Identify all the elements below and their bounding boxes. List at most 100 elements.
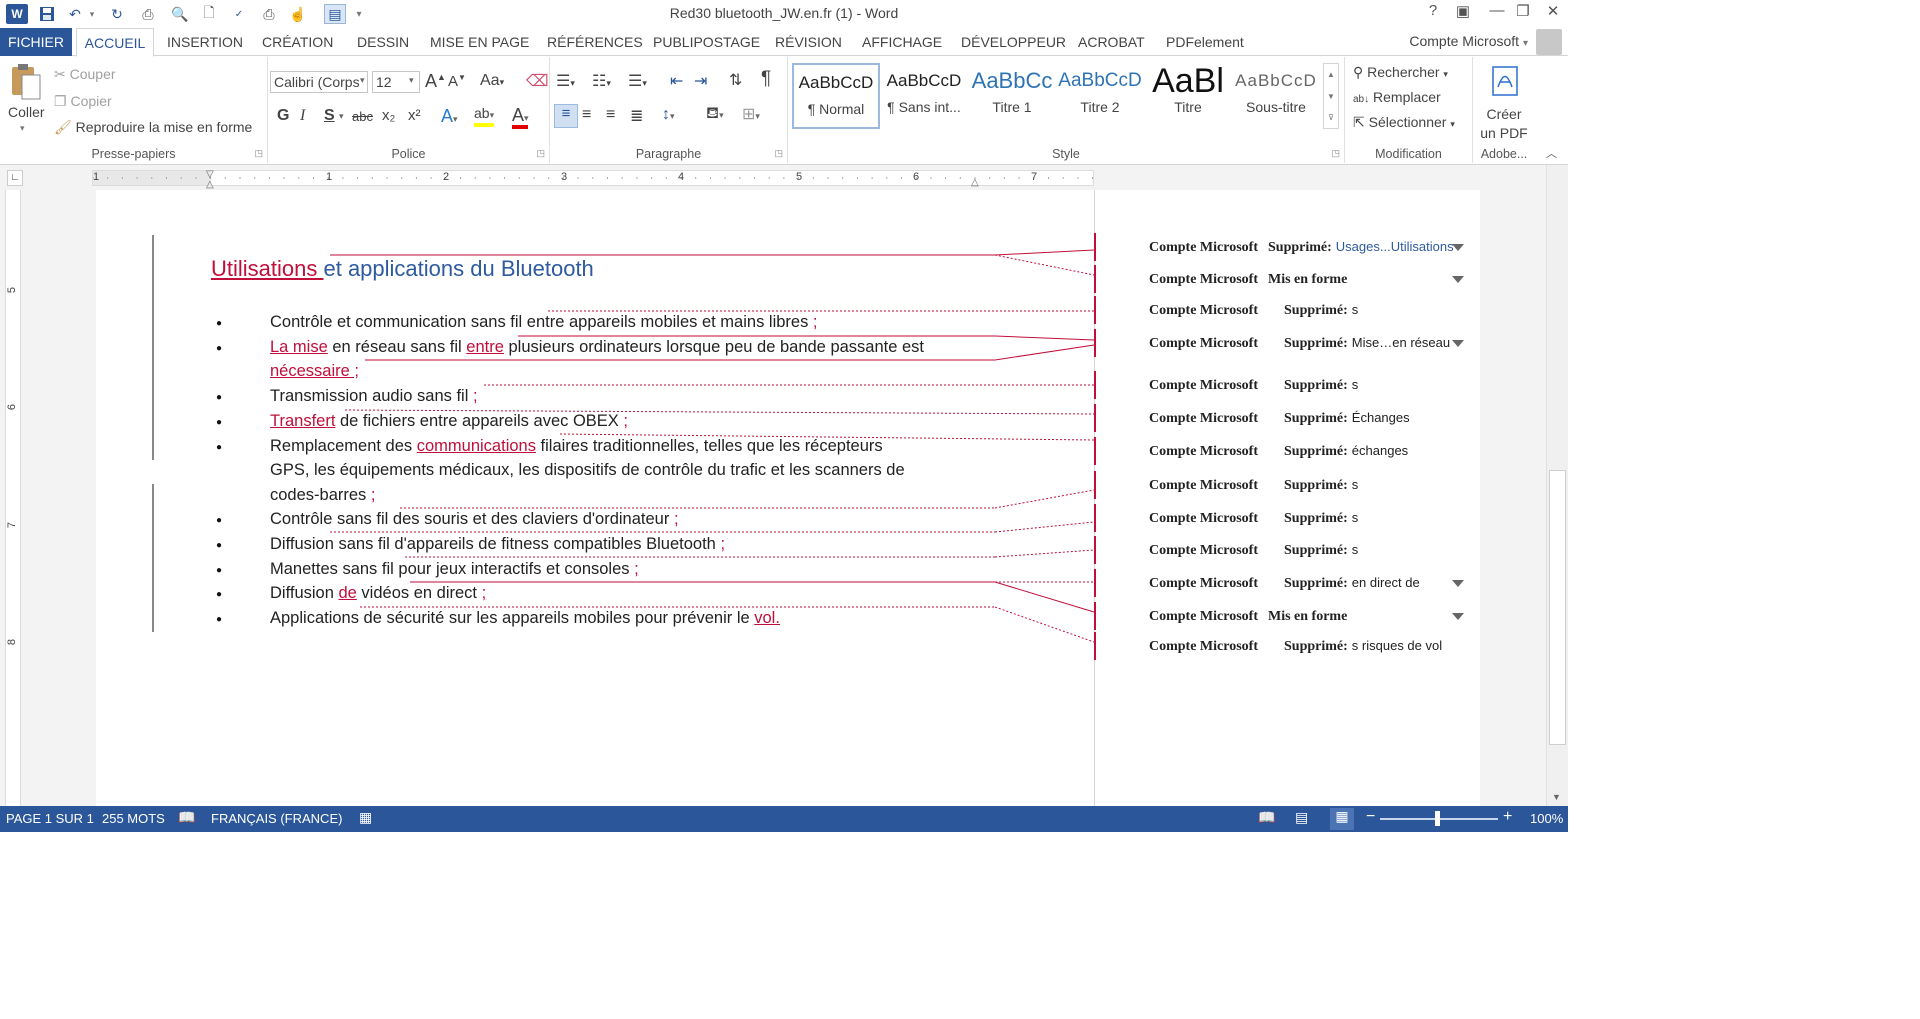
inserted-text: Utilisations xyxy=(211,256,324,281)
revision-balloon[interactable]: Compte Microsoft Supprimé: s xyxy=(1149,542,1358,559)
scroll-down-icon[interactable]: ▼ xyxy=(1552,792,1561,802)
revision-bar xyxy=(1094,602,1096,630)
vertical-scrollbar[interactable]: ▼ xyxy=(1546,165,1568,806)
balloon-action: Supprimé: xyxy=(1284,576,1348,591)
balloon-author: Compte Microsoft xyxy=(1149,576,1258,591)
zoom-out-icon[interactable]: − xyxy=(1366,808,1375,826)
balloon-text: en direct de xyxy=(1351,575,1420,590)
list-item-line[interactable]: Transmission audio sans fil ; xyxy=(270,387,478,406)
inserted-text: nécessaire ; xyxy=(270,362,359,380)
balloon-author: Compte Microsoft xyxy=(1149,511,1258,526)
macro-record-icon[interactable]: ▦ xyxy=(359,809,372,826)
balloon-dropdown-icon[interactable] xyxy=(1452,340,1464,347)
list-item-line[interactable]: codes-barres ; xyxy=(270,486,375,505)
list-item-line[interactable]: Diffusion sans fil d'appareils de fitnes… xyxy=(270,535,725,554)
connector-line xyxy=(994,521,1095,533)
list-item-line[interactable]: Applications de sécurité sur les apparei… xyxy=(270,609,780,628)
page-count[interactable]: PAGE 1 SUR 1 xyxy=(6,811,94,826)
balloon-author: Compte Microsoft xyxy=(1149,303,1258,318)
body-text: Manettes sans fil pour jeux interactifs … xyxy=(270,560,635,578)
revision-bar xyxy=(1094,569,1096,597)
balloon-dropdown-icon[interactable] xyxy=(1452,276,1464,283)
balloon-author: Compte Microsoft xyxy=(1149,478,1258,493)
inserted-text: ; xyxy=(720,535,726,553)
balloon-dropdown-icon[interactable] xyxy=(1452,613,1464,620)
list-item-line[interactable]: Transfert de fichiers entre appareils av… xyxy=(270,412,628,431)
print-layout-icon[interactable]: ▤ xyxy=(1295,809,1308,826)
list-item-line[interactable]: La mise en réseau sans fil entre plusieu… xyxy=(270,338,924,357)
document-heading[interactable]: Utilisations et applications du Bluetoot… xyxy=(211,256,594,282)
bullet-icon: ● xyxy=(216,540,223,551)
revision-balloon[interactable]: Compte Microsoft Supprimé: en direct de xyxy=(1149,575,1420,592)
revision-balloon[interactable]: Compte Microsoft Supprimé: Échanges xyxy=(1149,410,1410,427)
balloon-text: Usages...Utilisations xyxy=(1335,239,1454,254)
bullet-icon: ● xyxy=(216,392,223,403)
body-text: Transmission audio sans fil xyxy=(270,387,473,405)
revision-balloon[interactable]: Compte Microsoft Supprimé: s xyxy=(1149,477,1358,494)
read-mode-icon[interactable]: 📖 xyxy=(1258,809,1275,826)
balloon-action: Supprimé: xyxy=(1284,378,1348,393)
revision-bar xyxy=(1094,296,1096,324)
bullet-icon: ● xyxy=(216,589,223,600)
revision-balloon[interactable]: Compte Microsoft Supprimé: s xyxy=(1149,377,1358,394)
balloon-author: Compte Microsoft xyxy=(1149,444,1258,459)
balloon-dropdown-icon[interactable] xyxy=(1452,244,1464,251)
change-bar xyxy=(152,484,154,632)
language[interactable]: FRANÇAIS (FRANCE) xyxy=(211,811,342,826)
balloon-action: Supprimé: xyxy=(1284,336,1348,351)
revision-bar xyxy=(1094,404,1096,432)
web-layout-icon[interactable]: ▦ xyxy=(1330,808,1354,830)
inserted-text: entre xyxy=(466,338,504,356)
balloon-text: s xyxy=(1351,477,1359,492)
revision-balloon[interactable]: Compte Microsoft Supprimé: Mise…en réseau xyxy=(1149,335,1450,352)
zoom-slider-thumb[interactable] xyxy=(1435,811,1440,826)
list-item-line[interactable]: Diffusion de vidéos en direct ; xyxy=(270,584,486,603)
list-item-line[interactable]: Contrôle et communication sans fil entre… xyxy=(270,313,818,332)
connector-line xyxy=(994,249,1095,256)
balloon-text: échanges xyxy=(1351,443,1409,458)
list-item-line[interactable]: Remplacement des communications filaires… xyxy=(270,437,883,456)
list-item-line[interactable]: Contrôle sans fil des souris et des clav… xyxy=(270,510,679,529)
revision-bar xyxy=(1094,437,1096,465)
balloon-action: Supprimé: xyxy=(1284,639,1348,654)
balloon-action: Mis en forme xyxy=(1268,609,1348,624)
inserted-text: Transfert xyxy=(270,412,336,430)
body-text: en réseau sans fil xyxy=(327,338,467,356)
bullet-icon: ● xyxy=(216,318,223,329)
body-text: de fichiers entre appareils avec OBEX xyxy=(335,412,624,430)
revision-bar xyxy=(1094,265,1096,293)
revision-balloon[interactable]: Compte Microsoft Supprimé: échanges xyxy=(1149,443,1408,460)
inserted-text: La mise xyxy=(270,338,328,356)
proofing-icon[interactable]: 📖 xyxy=(178,809,195,826)
inserted-text: ; xyxy=(472,387,478,405)
balloon-dropdown-icon[interactable] xyxy=(1452,580,1464,587)
status-bar: PAGE 1 SUR 1 255 MOTS 📖 FRANÇAIS (FRANCE… xyxy=(0,806,1568,832)
revision-balloon[interactable]: Compte Microsoft Mis en forme xyxy=(1149,608,1351,625)
revision-bar xyxy=(1094,536,1096,564)
balloon-text: Mise…en réseau xyxy=(1351,335,1451,350)
balloon-action: Supprimé: xyxy=(1284,444,1348,459)
balloon-text: s xyxy=(1351,510,1359,525)
revision-balloon[interactable]: Compte Microsoft Supprimé: Usages...Utilis… xyxy=(1149,239,1454,256)
revision-bar xyxy=(1094,329,1096,357)
revision-balloon[interactable]: Compte Microsoft Supprimé: s risques de vo… xyxy=(1149,638,1442,655)
balloon-text: s xyxy=(1351,542,1359,557)
bullet-icon: ● xyxy=(216,515,223,526)
inserted-text: communications xyxy=(416,437,536,455)
connector-line xyxy=(994,549,1095,558)
body-text: Contrôle sans fil des souris et des clav… xyxy=(270,510,674,528)
list-item-line[interactable]: Manettes sans fil pour jeux interactifs … xyxy=(270,560,639,579)
balloon-action: Supprimé: xyxy=(1284,303,1348,318)
word-count[interactable]: 255 MOTS xyxy=(102,811,165,826)
list-item-line[interactable]: GPS, les équipements médicaux, les dispo… xyxy=(270,461,905,480)
body-text: Remplacement des xyxy=(270,437,417,455)
revision-balloon[interactable]: Compte Microsoft Supprimé: s xyxy=(1149,302,1358,319)
list-item-line[interactable]: nécessaire ; xyxy=(270,362,359,381)
zoom-in-icon[interactable]: + xyxy=(1503,808,1512,826)
revision-balloon[interactable]: Compte Microsoft Supprimé: s xyxy=(1149,510,1358,527)
bullet-icon: ● xyxy=(216,442,223,453)
balloon-action: Mis en forme xyxy=(1268,272,1348,287)
scrollbar-thumb[interactable] xyxy=(1549,470,1566,745)
zoom-level[interactable]: 100% xyxy=(1530,811,1563,826)
revision-balloon[interactable]: Compte Microsoft Mis en forme xyxy=(1149,271,1351,288)
